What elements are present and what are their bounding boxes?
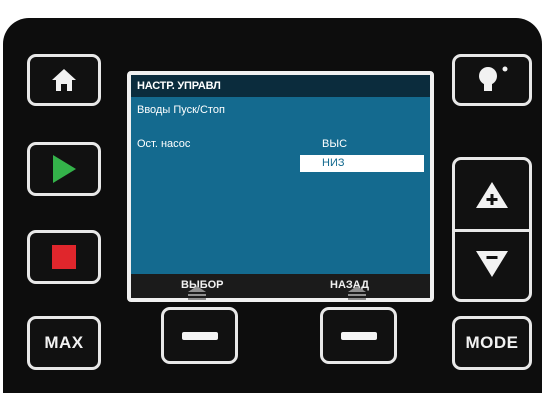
start-button[interactable] bbox=[27, 142, 101, 196]
down-button[interactable] bbox=[455, 230, 529, 300]
option-high[interactable]: ВЫС bbox=[300, 136, 424, 153]
light-bulb-icon bbox=[479, 66, 508, 91]
softkey-back-button[interactable] bbox=[320, 307, 397, 364]
up-down-rocker bbox=[452, 157, 532, 302]
mode-button[interactable]: MODE bbox=[452, 316, 532, 370]
down-arrow-icon bbox=[476, 251, 508, 278]
light-button[interactable] bbox=[452, 54, 532, 106]
softkey-bar: ВЫБОР НАЗАД bbox=[131, 274, 430, 298]
screen-title: НАСТР. УПРАВЛ bbox=[131, 75, 430, 97]
parameter-label: Ост. насос bbox=[137, 138, 191, 150]
home-button[interactable] bbox=[27, 54, 101, 106]
play-icon bbox=[53, 155, 76, 183]
up-arrow-icon bbox=[476, 181, 508, 208]
softkey-select-button[interactable] bbox=[161, 307, 238, 364]
control-panel: MAX НАСТР. УПРАВЛ Вводы Пуск/Стоп Ост. н… bbox=[3, 18, 542, 393]
dash-icon bbox=[340, 331, 377, 340]
screen-subtitle: Вводы Пуск/Стоп bbox=[137, 104, 225, 116]
up-button[interactable] bbox=[455, 160, 529, 230]
option-low-selected[interactable]: НИЗ bbox=[300, 155, 424, 172]
lcd-screen: НАСТР. УПРАВЛ Вводы Пуск/Стоп Ост. насос… bbox=[127, 71, 434, 302]
max-button[interactable]: MAX bbox=[27, 316, 101, 370]
max-label: MAX bbox=[44, 333, 84, 352]
stop-icon bbox=[52, 245, 76, 269]
dash-icon bbox=[181, 331, 218, 340]
home-icon bbox=[52, 69, 76, 91]
stop-button[interactable] bbox=[27, 230, 101, 284]
mode-label: MODE bbox=[465, 333, 519, 352]
